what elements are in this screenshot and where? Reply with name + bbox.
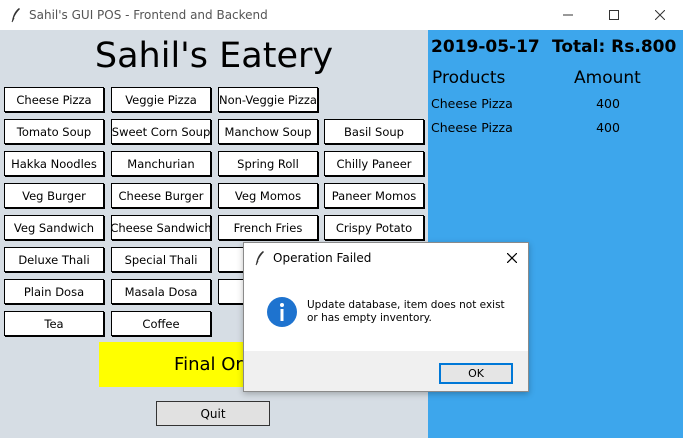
dialog-title: Operation Failed: [273, 251, 372, 265]
dialog-body: Update database, item does not exist or …: [244, 273, 528, 351]
menu-item-coffee[interactable]: Coffee: [111, 311, 211, 336]
menu-item-manchow-soup[interactable]: Manchow Soup: [218, 119, 318, 144]
bill-total: Total: Rs.800: [552, 37, 677, 57]
menu-item-special-thali[interactable]: Special Thali: [111, 247, 211, 272]
menu-item-veg-sandwich[interactable]: Veg Sandwich: [4, 215, 104, 240]
dialog-message-line: or has empty inventory.: [307, 312, 432, 324]
dialog-title-bar: Operation Failed: [244, 243, 528, 273]
menu-item-crispy-potato[interactable]: Crispy Potato: [324, 215, 424, 240]
menu-item-deluxe-thali[interactable]: Deluxe Thali: [4, 247, 104, 272]
bill-row-amount: 400: [596, 96, 620, 111]
bill-row-amount: 400: [596, 120, 620, 135]
operation-failed-dialog: Operation Failed Update database, item d…: [243, 242, 529, 392]
menu-item-veg-burger[interactable]: Veg Burger: [4, 183, 104, 208]
title-bar: Sahil's GUI POS - Frontend and Backend: [0, 0, 683, 30]
minimize-button[interactable]: [545, 0, 591, 30]
menu-item-manchurian[interactable]: Manchurian: [111, 151, 211, 176]
menu-item-french-fries[interactable]: French Fries: [218, 215, 318, 240]
feather-icon: [11, 8, 20, 23]
menu-item-veggie-pizza[interactable]: Veggie Pizza: [111, 87, 211, 112]
menu-item-tomato-soup[interactable]: Tomato Soup: [4, 119, 104, 144]
menu-item-plain-dosa[interactable]: Plain Dosa: [4, 279, 104, 304]
minimize-icon: [563, 14, 573, 16]
menu-item-chilly-paneer[interactable]: Chilly Paneer: [324, 151, 424, 176]
ok-button[interactable]: OK: [439, 363, 513, 384]
info-icon: [267, 297, 297, 327]
close-button[interactable]: [637, 0, 683, 30]
dialog-message: Update database, item does not exist or …: [307, 299, 517, 325]
menu-item-non-veggie-pizza[interactable]: Non-Veggie Pizza: [218, 87, 318, 112]
feather-icon: [255, 251, 264, 266]
menu-item-hakka-noodles[interactable]: Hakka Noodles: [4, 151, 104, 176]
bill-row-product: Cheese Pizza: [431, 96, 513, 111]
menu-item-cheese-burger[interactable]: Cheese Burger: [111, 183, 211, 208]
shop-name: Sahil's Eatery: [94, 36, 334, 76]
dialog-close-button[interactable]: [496, 243, 528, 273]
menu-item-spring-roll[interactable]: Spring Roll: [218, 151, 318, 176]
dialog-message-line: Update database, item does not exist: [307, 299, 505, 311]
menu-item-basil-soup[interactable]: Basil Soup: [324, 119, 424, 144]
menu-item-tea[interactable]: Tea: [4, 311, 104, 336]
menu-item-cheese-pizza[interactable]: Cheese Pizza: [4, 87, 104, 112]
menu-item-paneer-momos[interactable]: Paneer Momos: [324, 183, 424, 208]
bill-row-product: Cheese Pizza: [431, 120, 513, 135]
close-icon: [655, 10, 665, 20]
menu-item-veg-momos[interactable]: Veg Momos: [218, 183, 318, 208]
menu-item-cheese-sandwich[interactable]: Cheese Sandwich: [111, 215, 211, 240]
maximize-icon: [609, 10, 619, 20]
close-icon: [507, 253, 517, 263]
menu-item-masala-dosa[interactable]: Masala Dosa: [111, 279, 211, 304]
products-header: Products: [432, 68, 506, 88]
bill-date: 2019-05-17: [431, 37, 540, 57]
menu-item-sweet-corn-soup[interactable]: Sweet Corn Soup: [111, 119, 211, 144]
window-title: Sahil's GUI POS - Frontend and Backend: [29, 8, 268, 22]
amount-header: Amount: [574, 68, 641, 88]
maximize-button[interactable]: [591, 0, 637, 30]
quit-button[interactable]: Quit: [156, 401, 270, 426]
